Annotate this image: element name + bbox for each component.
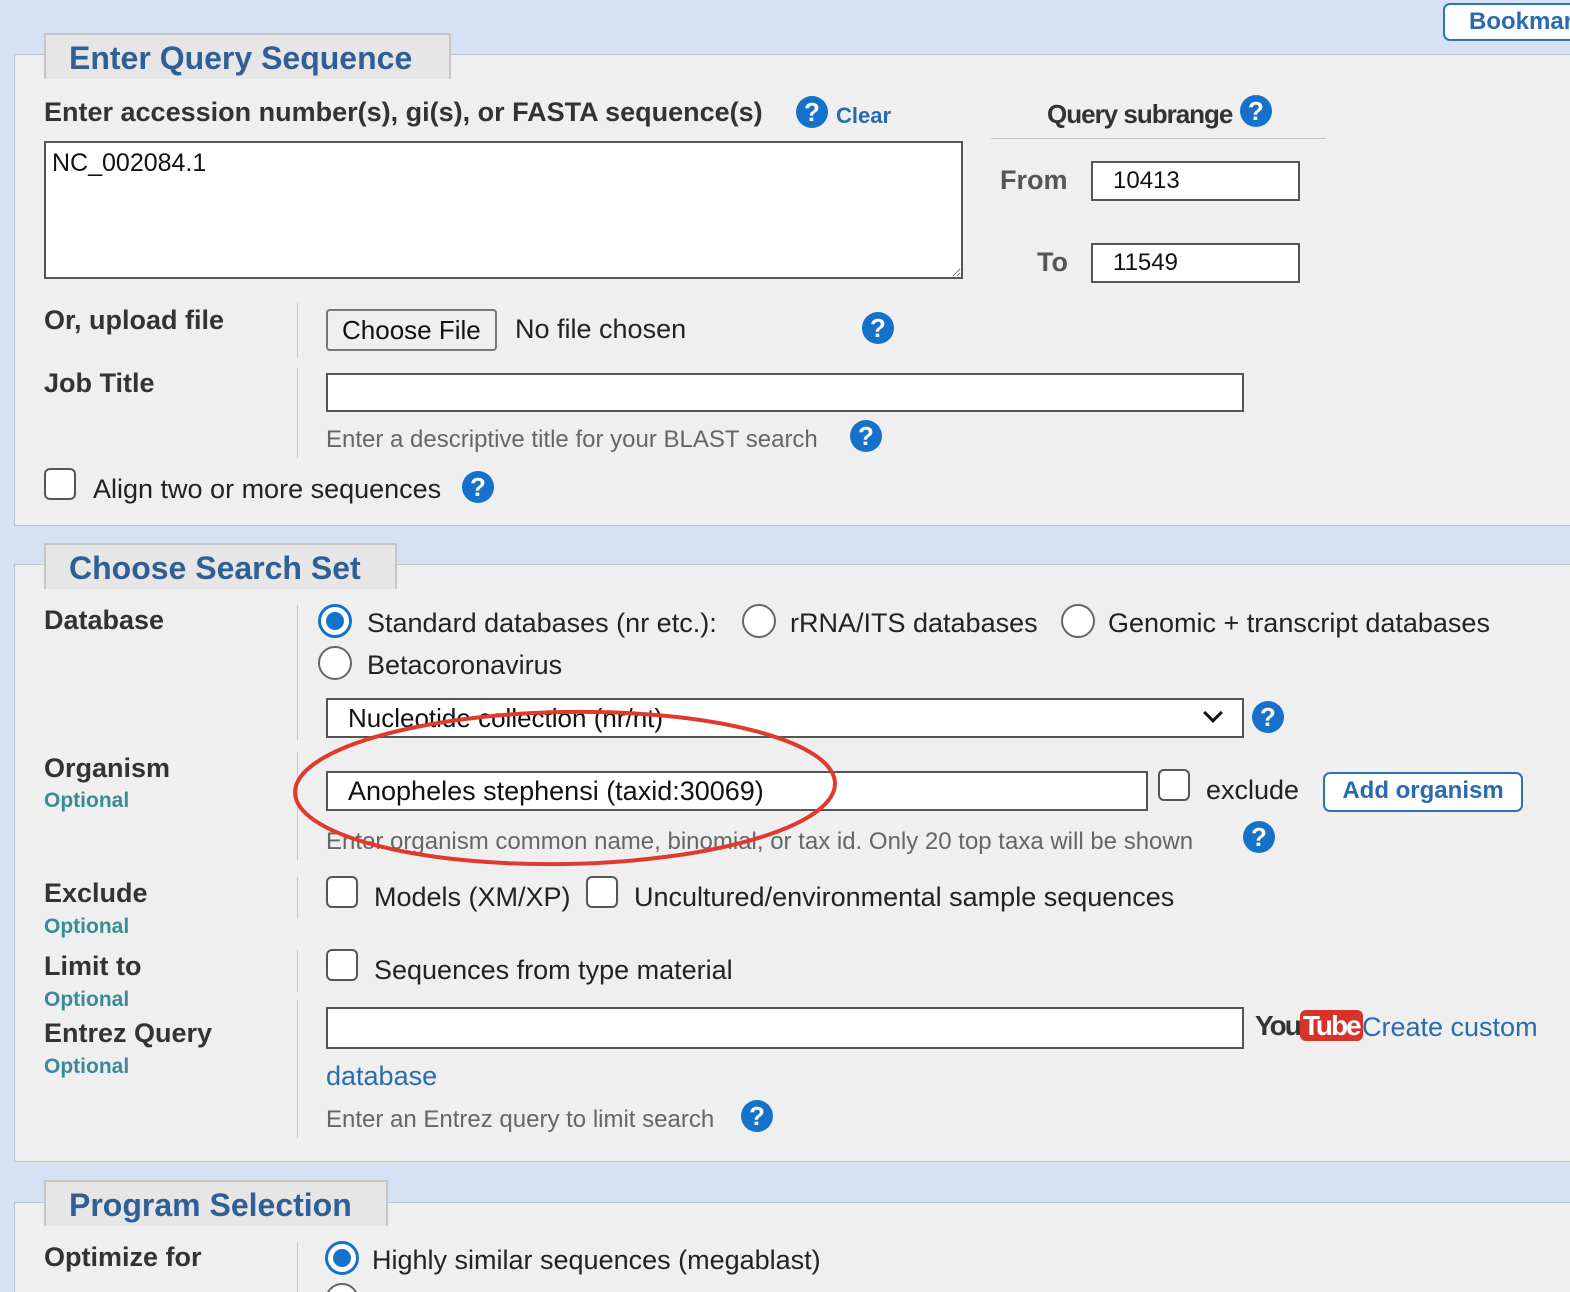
entrez-hint: Enter an Entrez query to limit search: [326, 1106, 715, 1133]
radio-genomic-transcript-databases-label: Genomic + transcript databases: [1108, 608, 1490, 638]
add-organism-button[interactable]: Add organism: [1323, 772, 1523, 812]
type-material-checkbox[interactable]: [326, 949, 358, 981]
limit-divider: [297, 950, 298, 992]
models-label: Models (XM/XP): [374, 882, 571, 912]
clear-link[interactable]: Clear: [836, 103, 891, 129]
radio-megablast-label: Highly similar sequences (megablast): [372, 1245, 821, 1275]
bookmark-button[interactable]: Bookmark: [1443, 3, 1570, 41]
subrange-from-input[interactable]: [1091, 161, 1300, 201]
create-custom-database-link[interactable]: Create custom: [1362, 1012, 1538, 1043]
entrez-help-icon[interactable]: ?: [741, 1100, 773, 1132]
radio-rrna-its-databases-label: rRNA/ITS databases: [790, 608, 1038, 638]
upload-divider: [297, 303, 298, 358]
no-file-text: No file chosen: [515, 314, 687, 344]
entrez-optional-label: Optional: [44, 1055, 130, 1078]
subrange-divider: [991, 138, 1326, 139]
organism-optional-label: Optional: [44, 789, 130, 812]
choose-file-button[interactable]: Choose File: [326, 309, 497, 351]
annotation-ellipse: [293, 709, 837, 867]
job-title-hint: Enter a descriptive title for your BLAST…: [326, 426, 818, 453]
radio-megablast[interactable]: [325, 1241, 359, 1275]
radio-rrna-its-databases[interactable]: [742, 604, 776, 638]
radio-standard-databases[interactable]: [318, 604, 352, 638]
job-title-divider: [297, 368, 298, 458]
exclude-divider: [297, 877, 298, 919]
entrez-query-input[interactable]: [326, 1007, 1244, 1049]
chevron-down-icon: [1203, 703, 1223, 723]
organism-label: Organism: [44, 753, 171, 783]
align-sequences-checkbox[interactable]: [44, 468, 76, 500]
query-subrange-title: Query subrange: [1047, 99, 1233, 129]
exclude-organism-checkbox[interactable]: [1158, 769, 1190, 801]
radio-betacoronavirus-label: Betacoronavirus: [367, 650, 563, 680]
program-legend: Program Selection: [44, 1180, 388, 1226]
search-set-legend: Choose Search Set: [44, 543, 397, 589]
entrez-query-label: Entrez Query: [44, 1018, 213, 1048]
organism-help-icon[interactable]: ?: [1243, 821, 1275, 853]
optimize-divider: [297, 1242, 298, 1292]
exclude-optional-label: Optional: [44, 915, 130, 938]
youtube-logo[interactable]: You Tube: [1255, 1010, 1363, 1042]
youtube-logo-tube: Tube: [1299, 1010, 1363, 1041]
exclude-organism-label: exclude: [1206, 775, 1300, 805]
database-help-icon[interactable]: ?: [1252, 701, 1284, 733]
type-material-label: Sequences from type material: [374, 955, 733, 985]
upload-label: Or, upload file: [44, 305, 225, 335]
query-legend: Enter Query Sequence: [44, 33, 451, 79]
subrange-to-input[interactable]: [1091, 243, 1300, 283]
subrange-help-icon[interactable]: ?: [1240, 95, 1272, 127]
limit-to-label: Limit to: [44, 951, 142, 981]
models-checkbox[interactable]: [326, 876, 358, 908]
uncultured-checkbox[interactable]: [586, 876, 618, 908]
database-link[interactable]: database: [326, 1061, 437, 1092]
job-title-label: Job Title: [44, 368, 155, 398]
job-title-input[interactable]: [326, 373, 1244, 412]
youtube-logo-you: You: [1255, 1010, 1302, 1041]
align-sequences-label: Align two or more sequences: [93, 474, 442, 504]
to-label: To: [1037, 247, 1068, 277]
optimize-for-label: Optimize for: [44, 1242, 202, 1272]
database-label: Database: [44, 605, 165, 635]
job-title-help-icon[interactable]: ?: [850, 420, 882, 452]
query-sequence-textarea[interactable]: NC_002084.1: [44, 141, 963, 279]
upload-help-icon[interactable]: ?: [862, 312, 894, 344]
exclude-label: Exclude: [44, 878, 148, 908]
radio-genomic-transcript-databases[interactable]: [1061, 604, 1095, 638]
accession-label: Enter accession number(s), gi(s), or FAS…: [44, 97, 763, 127]
entrez-divider: [297, 1000, 298, 1138]
radio-standard-databases-label: Standard databases (nr etc.):: [367, 608, 717, 638]
align-help-icon[interactable]: ?: [462, 471, 494, 503]
radio-betacoronavirus[interactable]: [318, 646, 352, 680]
limit-optional-label: Optional: [44, 988, 130, 1011]
from-label: From: [1000, 165, 1068, 195]
accession-help-icon[interactable]: ?: [796, 96, 828, 128]
uncultured-label: Uncultured/environmental sample sequence…: [634, 882, 1175, 912]
